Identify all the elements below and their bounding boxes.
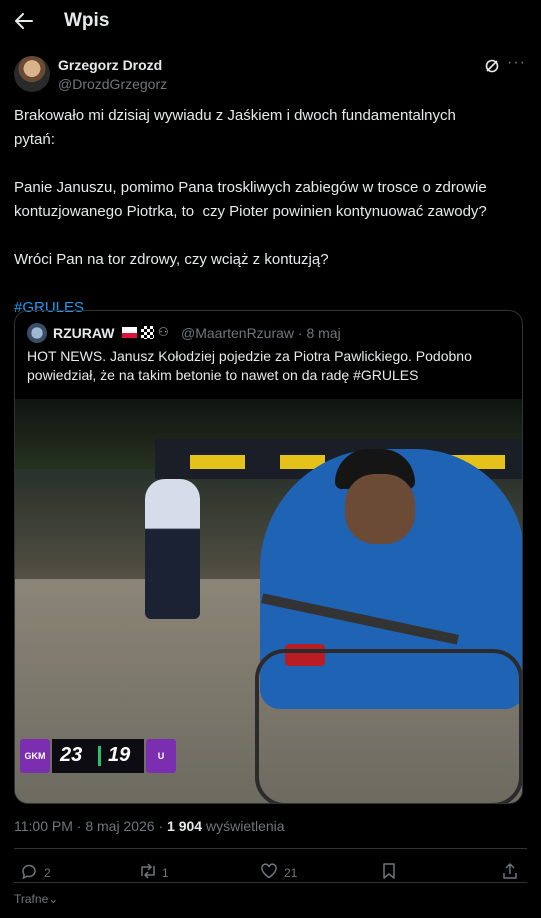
quoted-avatar [27, 323, 47, 343]
divider [14, 848, 527, 849]
home-score: 23 [60, 744, 83, 766]
goggles-icon: ⚇ [158, 325, 169, 339]
author-handle[interactable]: @DrozdGrzegorz [58, 76, 167, 92]
poland-flag-icon [122, 327, 137, 338]
checkered-flag-icon [141, 326, 154, 339]
banner [190, 455, 245, 469]
score-box: 23 19 [52, 739, 144, 773]
home-team-logo: GKM [20, 739, 50, 773]
quoted-video[interactable]: GKM 23 19 U [15, 399, 522, 803]
mechanic-figure [145, 479, 200, 619]
reply-count: 2 [44, 866, 51, 880]
motorcycle [255, 649, 522, 803]
quoted-handle-date: @MaartenRzuraw · 8 maj [181, 325, 341, 341]
views-label: wyświetlenia [202, 818, 285, 834]
page-title: Wpis [64, 10, 110, 31]
repost-count: 1 [162, 866, 169, 880]
away-score: 19 [108, 744, 131, 766]
quoted-post[interactable]: RZURAW ⚇ @MaartenRzuraw · 8 maj HOT NEWS… [14, 310, 523, 804]
like-count: 21 [284, 866, 298, 880]
score-divider [98, 746, 101, 766]
post-timestamp[interactable]: 11:00 PM · 8 maj 2026 · [14, 818, 167, 834]
author-name[interactable]: Grzegorz Drozd [58, 57, 162, 73]
heart-icon [261, 863, 277, 879]
avatar[interactable] [14, 56, 50, 92]
post-meta: 11:00 PM · 8 maj 2026 · 1 904 wyświetlen… [14, 818, 285, 834]
chevron-down-icon: ⌄ [48, 892, 59, 906]
divider [14, 882, 527, 883]
top-bar: Wpis [0, 0, 541, 44]
repost-icon [141, 863, 155, 879]
post-author: Grzegorz Drozd @DrozdGrzegorz ··· [14, 54, 527, 94]
grok-icon[interactable] [484, 58, 500, 74]
post-paragraph-3: Wróci Pan na tor zdrowy, czy wciąż z kon… [14, 251, 329, 268]
rider-face [345, 474, 415, 544]
bookmark-icon [383, 863, 395, 879]
quoted-post-text: HOT NEWS. Janusz Kołodziej pojedzie za P… [27, 348, 472, 383]
quoted-author-name: RZURAW [53, 325, 115, 341]
view-count: 1 904 [167, 818, 203, 834]
sort-label: Trafne [14, 892, 49, 906]
post-paragraph-1: Brakowało mi dzisiaj wywiadu z Jaśkiem i… [14, 107, 456, 148]
post-paragraph-2: Panie Januszu, pomimo Pana troskliwych z… [14, 179, 487, 220]
away-team-logo: U [146, 739, 176, 773]
post-text: Brakowało mi dzisiaj wywiadu z Jaśkiem i… [14, 104, 526, 320]
share-icon [503, 863, 517, 879]
reply-icon [22, 864, 36, 880]
reply-sort-dropdown[interactable]: Trafne⌄ [14, 892, 58, 906]
more-options-icon[interactable]: ··· [507, 54, 526, 72]
back-arrow-icon[interactable] [14, 10, 34, 32]
